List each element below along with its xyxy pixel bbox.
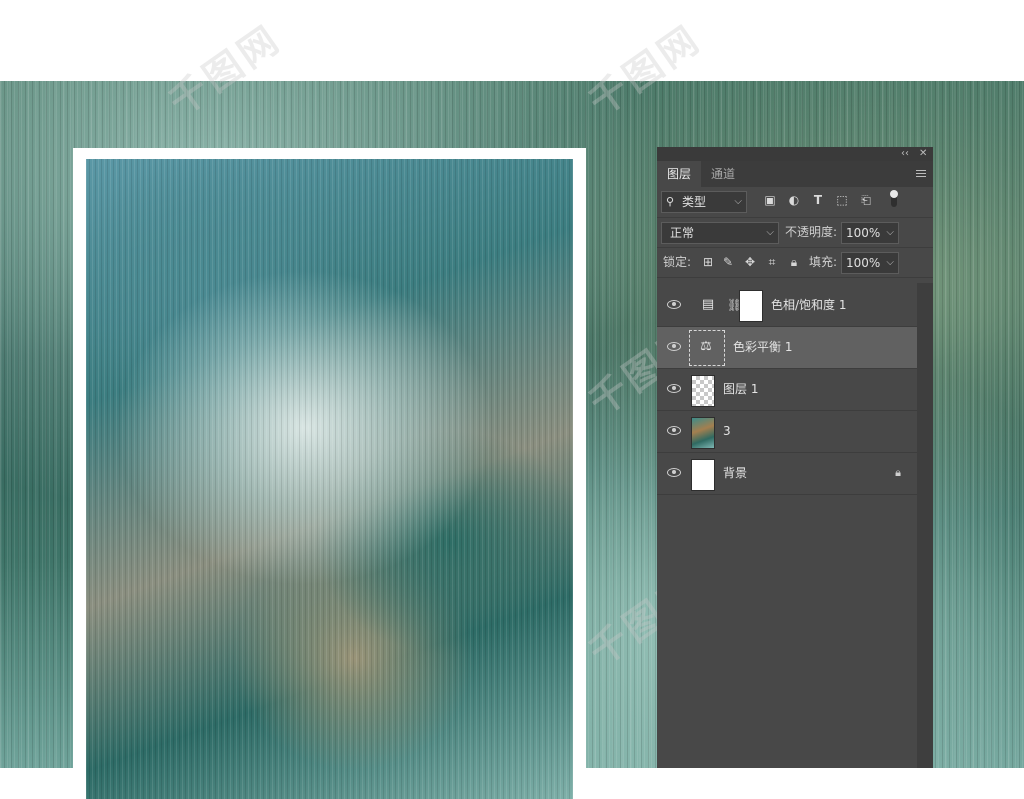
visibility-eye-icon[interactable] <box>667 467 681 477</box>
poster-artwork <box>86 159 573 799</box>
lock-transparency-icon[interactable]: ⊞ <box>701 255 715 269</box>
layer-name: 图层 1 <box>723 382 759 396</box>
opacity-value: 100% <box>846 226 881 240</box>
collapse-icon[interactable]: ‹‹ <box>901 147 909 161</box>
panel-title-bar: ‹‹ ✕ <box>657 147 933 161</box>
search-icon: ⚲ <box>666 195 675 208</box>
adjustment-filter-icon[interactable]: ◐ <box>787 193 801 207</box>
layer-list: ▤ ⛓︎ 色相/饱和度 1 ⚖︎ 色彩平衡 1 图层 1 3 背景 🔒︎ <box>657 285 917 495</box>
layer-item[interactable]: 3 <box>657 411 917 453</box>
layers-panel: ‹‹ ✕ 图层 通道 ⚲ 类型 ⌵ ▣ ◐ T ⬚ ⎗ 正常 ⌵ 不透明度: 1… <box>657 147 933 768</box>
layer-thumbnail <box>691 459 715 491</box>
blend-mode-label: 正常 <box>670 226 695 240</box>
filter-kind-label: 类型 <box>682 195 707 209</box>
fill-input[interactable]: 100% ⌵ <box>841 252 899 274</box>
chevron-down-icon: ⌵ <box>886 227 894 238</box>
tab-layers[interactable]: 图层 <box>657 161 702 187</box>
layer-thumbnail <box>691 375 715 407</box>
lock-row: 锁定: ⊞ ✎ ✥ ⌗ 🔒︎ 填充: 100% ⌵ <box>657 248 933 278</box>
layer-item[interactable]: 背景 🔒︎ <box>657 453 917 495</box>
shape-filter-icon[interactable]: ⬚ <box>835 193 849 207</box>
tab-channels[interactable]: 通道 <box>701 161 745 187</box>
hue-saturation-icon: ▤ <box>701 297 715 312</box>
layer-mask-thumbnail[interactable] <box>739 290 763 322</box>
layer-thumbnail <box>691 417 715 449</box>
visibility-eye-icon[interactable] <box>667 341 681 351</box>
filter-kind-dropdown[interactable]: ⚲ 类型 ⌵ <box>661 191 747 213</box>
panel-tabs: 图层 通道 <box>657 161 933 187</box>
lock-all-icon[interactable]: 🔒︎ <box>787 255 801 269</box>
visibility-eye-icon[interactable] <box>667 383 681 393</box>
fill-label: 填充: <box>809 255 838 269</box>
lock-artboard-icon[interactable]: ⌗ <box>765 255 779 269</box>
type-filter-icon[interactable]: T <box>811 193 825 207</box>
lock-image-icon[interactable]: ✎ <box>721 255 735 269</box>
panel-menu-icon[interactable] <box>916 170 926 178</box>
chevron-down-icon: ⌵ <box>886 257 894 268</box>
visibility-eye-icon[interactable] <box>667 299 681 309</box>
smart-object-filter-icon[interactable]: ⎗ <box>859 193 873 207</box>
layer-item[interactable]: ▤ ⛓︎ 色相/饱和度 1 <box>657 285 917 327</box>
lock-icon: 🔒︎ <box>895 466 901 479</box>
lock-position-icon[interactable]: ✥ <box>743 255 757 269</box>
lock-label: 锁定: <box>663 255 692 269</box>
layer-item[interactable]: ⚖︎ 色彩平衡 1 <box>657 327 917 369</box>
layer-name: 3 <box>723 424 731 438</box>
opacity-input[interactable]: 100% ⌵ <box>841 222 899 244</box>
layers-scrollbar[interactable] <box>917 283 933 768</box>
close-icon[interactable]: ✕ <box>919 147 927 161</box>
visibility-eye-icon[interactable] <box>667 425 681 435</box>
filter-row: ⚲ 类型 ⌵ ▣ ◐ T ⬚ ⎗ <box>657 187 933 218</box>
filter-toggle[interactable] <box>890 190 898 207</box>
layer-name: 色相/饱和度 1 <box>771 298 847 312</box>
opacity-label: 不透明度: <box>785 225 838 239</box>
layer-name: 背景 <box>723 466 748 480</box>
blend-mode-dropdown[interactable]: 正常 ⌵ <box>661 222 779 244</box>
image-filter-icon[interactable]: ▣ <box>763 193 777 207</box>
fill-value: 100% <box>846 256 881 270</box>
color-balance-icon: ⚖︎ <box>700 339 712 354</box>
chevron-down-icon: ⌵ <box>766 227 774 238</box>
blend-row: 正常 ⌵ 不透明度: 100% ⌵ <box>657 218 933 248</box>
chevron-down-icon: ⌵ <box>734 196 742 207</box>
poster-frame <box>73 148 586 799</box>
layer-name: 色彩平衡 1 <box>733 340 793 354</box>
color-balance-thumbnail: ⚖︎ <box>689 330 725 366</box>
layer-item[interactable]: 图层 1 <box>657 369 917 411</box>
